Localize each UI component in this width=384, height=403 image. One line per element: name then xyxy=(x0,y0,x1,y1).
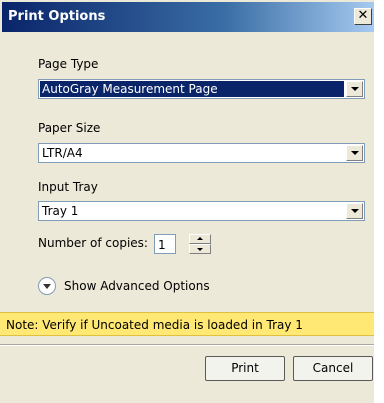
window-title: Print Options xyxy=(8,9,106,24)
paper-size-value: LTR/A4 xyxy=(42,146,83,160)
print-options-dialog: Print Options ✕ Page Type AutoGray Measu… xyxy=(0,0,374,403)
divider xyxy=(0,344,374,346)
copies-stepper[interactable] xyxy=(189,234,211,254)
copies-value: 1 xyxy=(158,238,166,252)
note-banner: Note: Verify if Uncoated media is loaded… xyxy=(0,312,374,336)
show-advanced-options-link[interactable]: Show Advanced Options xyxy=(64,279,210,293)
page-type-label: Page Type xyxy=(38,57,99,71)
stepper-up-icon[interactable] xyxy=(189,234,211,244)
input-tray-label: Input Tray xyxy=(38,180,98,194)
chevron-down-icon[interactable] xyxy=(346,81,363,97)
note-text: Note: Verify if Uncoated media is loaded… xyxy=(6,318,303,332)
paper-size-label: Paper Size xyxy=(38,121,101,135)
close-glyph: ✕ xyxy=(357,8,369,23)
chevron-down-icon[interactable] xyxy=(346,145,363,161)
close-icon[interactable]: ✕ xyxy=(354,8,372,25)
paper-size-select[interactable]: LTR/A4 xyxy=(38,143,365,163)
stepper-down-icon[interactable] xyxy=(189,244,211,254)
print-button[interactable]: Print xyxy=(205,356,285,381)
page-type-select[interactable]: AutoGray Measurement Page xyxy=(38,79,365,99)
page-type-value: AutoGray Measurement Page xyxy=(40,81,344,97)
title-bar[interactable]: Print Options ✕ xyxy=(2,2,374,32)
chevron-down-icon[interactable] xyxy=(346,203,363,219)
input-tray-value: Tray 1 xyxy=(42,204,79,218)
input-tray-select[interactable]: Tray 1 xyxy=(38,201,365,221)
cancel-button[interactable]: Cancel xyxy=(293,356,373,381)
copies-label: Number of copies: xyxy=(38,236,148,250)
chevron-down-icon[interactable] xyxy=(38,277,56,295)
copies-input[interactable]: 1 xyxy=(154,234,176,254)
